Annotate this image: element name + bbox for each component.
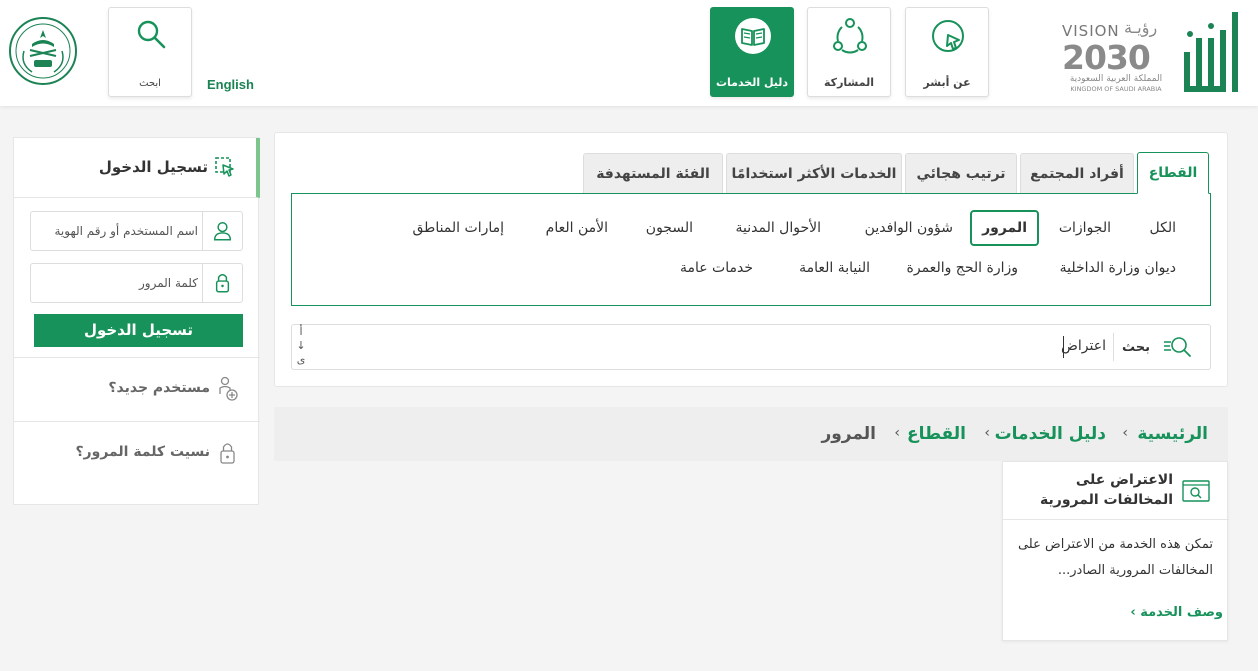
service-search-bar: بحث اعتراض أ ↓ ى — [291, 324, 1211, 370]
new-user-label: مستخدم جديد؟ — [108, 380, 210, 396]
forgot-password-label: نسيت كلمة المرور؟ — [75, 444, 210, 460]
search-tile-label: ابحث — [139, 78, 161, 89]
nav-services-guide[interactable]: دليل الخدمات — [710, 7, 794, 97]
nav-label: المشاركة — [824, 76, 874, 89]
search-input[interactable]: اعتراض — [1061, 338, 1106, 354]
search-icon — [1164, 337, 1191, 357]
sector-moi-diwan[interactable]: ديوان وزارة الداخلية — [1060, 260, 1176, 276]
sector-general-services[interactable]: خدمات عامة — [680, 260, 753, 276]
sector-expatriates[interactable]: شؤون الوافدين — [865, 220, 953, 236]
vision-ksa-en: KINGDOM OF SAUDI ARABIA — [1070, 85, 1162, 93]
breadcrumb-home[interactable]: الرئيسية — [1137, 424, 1208, 444]
chevron-left-icon: ‹ — [894, 425, 900, 441]
sector-public-security[interactable]: الأمن العام — [546, 220, 608, 236]
nav-about-absher[interactable]: عن أبشر — [905, 7, 989, 97]
search-icon — [137, 20, 166, 49]
ministry-emblem-logo[interactable] — [8, 16, 78, 86]
add-user-icon — [219, 376, 238, 401]
breadcrumb-services-guide[interactable]: دليل الخدمات — [995, 424, 1106, 444]
tab-community[interactable]: أفراد المجتمع — [1020, 153, 1134, 193]
login-cursor-icon — [215, 157, 234, 177]
service-search-button[interactable]: بحث — [1114, 325, 1210, 369]
service-card-title: الاعتراض على المخالفات المرورية — [1040, 472, 1173, 508]
sector-passports[interactable]: الجوازات — [1059, 220, 1111, 236]
service-details-link[interactable]: وصف الخدمة › — [1130, 605, 1223, 620]
username-placeholder: اسم المستخدم أو رقم الهوية — [54, 224, 198, 238]
absher-logo[interactable] — [1178, 8, 1244, 98]
login-panel: تسجيل الدخول اسم المستخدم أو رقم الهوية … — [13, 137, 260, 505]
sector-emirates[interactable]: إمارات المناطق — [413, 220, 505, 236]
sector-prisons[interactable]: السجون — [646, 220, 693, 236]
sector-civil-affairs[interactable]: الأحوال المدنية — [736, 220, 822, 236]
chevron-left-icon: ‹ — [1122, 425, 1128, 441]
nav-participation[interactable]: المشاركة — [807, 7, 891, 97]
user-icon — [202, 212, 232, 250]
password-placeholder: كلمة المرور — [138, 276, 198, 290]
tab-sector[interactable]: القطاع — [1137, 152, 1209, 194]
login-title: تسجيل الدخول — [98, 158, 208, 176]
new-user-link[interactable]: مستخدم جديد؟ — [14, 357, 260, 421]
search-button-label: بحث — [1121, 340, 1150, 355]
sector-hajj-umrah[interactable]: وزارة الحج والعمرة — [907, 260, 1018, 276]
card-divider — [1003, 519, 1229, 520]
vision-ksa-ar: المملكة العربية السعودية — [1069, 74, 1163, 84]
search-separator — [1113, 333, 1114, 361]
sector-options: الكل الجوازات المرور شؤون الوافدين الأحو… — [291, 193, 1211, 306]
cursor-click-icon — [932, 20, 964, 52]
book-icon — [735, 18, 771, 54]
tab-target-group[interactable]: الفئة المستهدفة — [583, 153, 723, 193]
username-field[interactable]: اسم المستخدم أو رقم الهوية — [30, 211, 243, 251]
lock-icon — [202, 264, 230, 302]
nav-label: دليل الخدمات — [715, 76, 789, 89]
vision-arabic: رؤيـة — [1124, 18, 1158, 37]
vision-2030-logo: VISION رؤيـة 2030 المملكة العربية السعود… — [1062, 18, 1172, 94]
header-search-button[interactable]: ابحث — [108, 7, 192, 97]
document-search-icon — [1182, 480, 1210, 502]
sector-public-prosecution[interactable]: النيابة العامة — [799, 260, 870, 276]
vision-year: 2030 — [1062, 38, 1151, 77]
breadcrumb-sector[interactable]: القطاع — [907, 424, 966, 444]
tab-alphabetical[interactable]: ترتيب هجائي — [905, 153, 1017, 193]
network-icon — [833, 18, 867, 54]
site-header: VISION رؤيـة 2030 المملكة العربية السعود… — [0, 0, 1258, 106]
forgot-password-link[interactable]: نسيت كلمة المرور؟ — [14, 421, 260, 485]
login-header: تسجيل الدخول — [14, 138, 260, 198]
alphabetical-sort-toggle[interactable]: أ ↓ ى — [296, 325, 306, 367]
service-card[interactable]: الاعتراض على المخالفات المرورية تمكن هذه… — [1002, 461, 1229, 641]
tab-most-used[interactable]: الخدمات الأكثر استخدامًا — [726, 153, 902, 193]
lock-icon — [220, 443, 235, 464]
password-field[interactable]: كلمة المرور — [30, 263, 243, 303]
sector-all[interactable]: الكل — [1150, 220, 1177, 236]
sector-traffic[interactable]: المرور — [970, 210, 1039, 246]
services-filter-panel: القطاع أفراد المجتمع ترتيب هجائي الخدمات… — [274, 132, 1228, 387]
nav-label: عن أبشر — [923, 76, 971, 89]
breadcrumb-current: المرور — [821, 424, 876, 444]
breadcrumb: الرئيسية ‹ دليل الخدمات ‹ القطاع ‹ المرو… — [274, 407, 1228, 461]
language-switch-link[interactable]: English — [207, 77, 254, 92]
chevron-left-icon: ‹ — [984, 425, 990, 441]
login-submit-button[interactable]: تسجيل الدخول — [34, 314, 243, 347]
text-caret — [1063, 336, 1064, 358]
service-card-description: تمكن هذه الخدمة من الاعتراض على المخالفا… — [1017, 537, 1213, 578]
